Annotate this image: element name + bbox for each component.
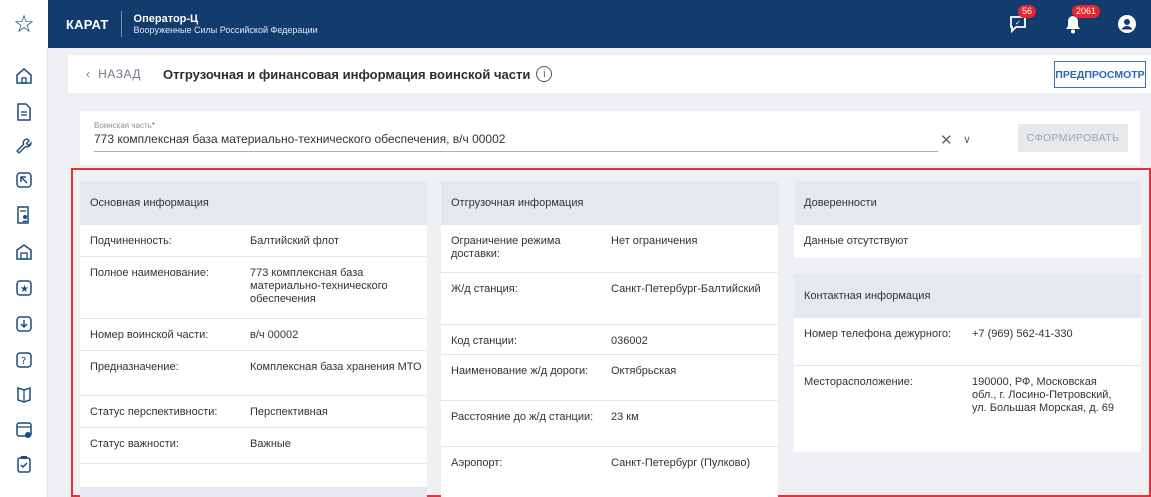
table-row: Полное наименование: 773 комплексная база… bbox=[80, 257, 427, 319]
table-row: Статус перспективности: Перспективная bbox=[80, 396, 427, 428]
table-row: Статус важности: Важные bbox=[80, 428, 427, 464]
logo-divider bbox=[120, 11, 122, 37]
notifications-bell-icon[interactable]: 2061 bbox=[1061, 5, 1101, 36]
table-row: Месторасположение: 190000, РФ, Московская… bbox=[804, 376, 1115, 414]
window-settings-icon[interactable] bbox=[14, 420, 34, 440]
proxies-card: Доверенности Данные отсутствуют bbox=[794, 181, 1141, 258]
table-row: Расстояние до ж/д станции: 23 км bbox=[441, 401, 778, 447]
download-box-icon[interactable] bbox=[14, 314, 34, 334]
chevron-down-icon[interactable]: ∨ bbox=[963, 133, 971, 146]
table-row: Код станции: 036002 bbox=[441, 325, 778, 355]
card-title: Отгрузочная информация bbox=[441, 181, 778, 225]
sidebar: ★ ? bbox=[0, 48, 48, 497]
table-row: Аэропорт: Санкт-Петербург (Пулково) bbox=[451, 457, 751, 469]
page-header: ‹ НАЗАД Отгрузочная и финансовая информа… bbox=[68, 55, 1151, 93]
shipping-info-card: Отгрузочная информация Ограничение режим… bbox=[441, 181, 778, 497]
generate-button[interactable]: СФОРМИРОВАТЬ bbox=[1018, 124, 1128, 152]
back-button[interactable]: ‹ НАЗАД bbox=[86, 67, 141, 81]
messages-badge: 56 bbox=[1018, 5, 1037, 18]
card-title: Контактная информация bbox=[794, 274, 1141, 318]
svg-text:?: ? bbox=[21, 356, 26, 367]
clipboard-check-icon[interactable] bbox=[14, 454, 34, 474]
svg-text:★: ★ bbox=[20, 284, 29, 295]
star-box-icon[interactable]: ★ bbox=[14, 278, 34, 298]
table-row: Данные отсутствуют bbox=[804, 235, 909, 247]
basic-info-card: Основная информация Подчиненность: Балтий… bbox=[80, 181, 427, 497]
org-info: Оператор-Ц Вооруженные Силы Российской Ф… bbox=[134, 13, 318, 36]
notifications-badge: 2061 bbox=[1072, 5, 1101, 18]
table-row: Предназначение: Комплексная база хранения… bbox=[80, 351, 427, 396]
messages-icon[interactable]: ✓ 56 bbox=[1007, 5, 1037, 36]
table-row: Наименование ж/д дороги: Октябрьская bbox=[441, 355, 778, 401]
home-icon[interactable] bbox=[14, 66, 34, 86]
unit-select-input[interactable]: 773 комплексная база материально-техниче… bbox=[94, 132, 505, 146]
favorites-star-icon[interactable]: ☆ bbox=[0, 0, 48, 48]
info-icon[interactable]: i bbox=[536, 66, 553, 82]
document-icon[interactable] bbox=[14, 102, 34, 122]
back-label: НАЗАД bbox=[98, 67, 141, 81]
page-title: Отгрузочная и финансовая информация воин… bbox=[162, 66, 531, 82]
top-bar: ☆ КАРАТ Оператор-Ц Вооруженные Силы Росс… bbox=[0, 0, 1151, 48]
org-subtitle: Вооруженные Силы Российской Федерации bbox=[133, 24, 318, 35]
clear-icon[interactable]: ✕ bbox=[940, 131, 953, 149]
table-row: Номер телефона дежурного: +7 (969) 562-41… bbox=[794, 318, 1141, 366]
card-title: Доверенности bbox=[794, 181, 1141, 225]
help-box-icon[interactable]: ? bbox=[14, 350, 34, 370]
table-row: Подчиненность: Балтийский флот bbox=[80, 225, 427, 257]
table-row: Ограничение режима доставки: Нет ограниче… bbox=[441, 225, 778, 273]
building-icon[interactable] bbox=[14, 242, 34, 262]
report-user-icon[interactable] bbox=[14, 205, 34, 225]
book-icon[interactable] bbox=[14, 384, 34, 404]
arrow-box-icon[interactable] bbox=[14, 170, 34, 190]
wrench-icon[interactable] bbox=[14, 136, 34, 156]
next-card-header bbox=[80, 487, 427, 497]
preview-button[interactable]: ПРЕДПРОСМОТР bbox=[1054, 61, 1146, 88]
svg-text:✓: ✓ bbox=[1015, 20, 1021, 27]
unit-select-underline bbox=[94, 151, 938, 152]
table-row: Ж/д станция: Санкт-Петербург-Балтийский bbox=[441, 273, 778, 325]
unit-select-label: Воинская часть* bbox=[94, 121, 155, 130]
card-title: Основная информация bbox=[80, 181, 427, 225]
contacts-card: Контактная информация Номер телефона деж… bbox=[794, 274, 1141, 452]
org-title: Оператор-Ц bbox=[133, 12, 199, 25]
user-account-icon[interactable] bbox=[1115, 12, 1139, 36]
unit-select-panel: Воинская часть* 773 комплексная база мат… bbox=[80, 111, 1140, 165]
app-logo[interactable]: КАРАТ bbox=[66, 17, 109, 32]
table-row: Номер воинской части: в/ч 00002 bbox=[80, 319, 427, 351]
